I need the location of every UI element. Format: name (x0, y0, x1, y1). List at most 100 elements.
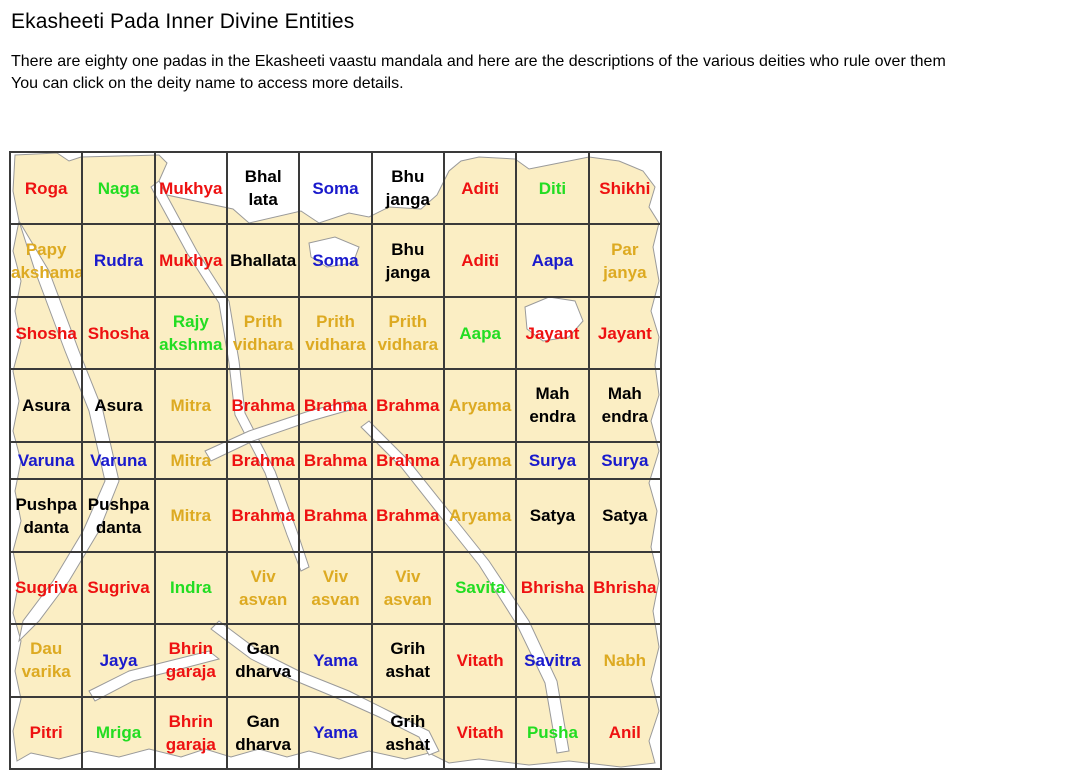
deity-cell: Papy akshama (8, 223, 84, 298)
deity-link-nabh[interactable]: Nabh (604, 651, 647, 670)
deity-link-prithvidhara[interactable]: Prith vidhara (233, 312, 293, 354)
deity-link-aditi[interactable]: Aditi (461, 251, 499, 270)
deity-link-jayant[interactable]: Jayant (526, 324, 580, 343)
deity-link-surya[interactable]: Surya (601, 451, 648, 470)
deity-link-surya[interactable]: Surya (529, 451, 576, 470)
deity-link-mukhya[interactable]: Mukhya (159, 251, 222, 270)
deity-link-aryama[interactable]: Aryama (449, 506, 511, 525)
deity-name-line-1: Vitath (456, 723, 504, 743)
deity-link-rajyakshma[interactable]: Rajy akshma (159, 312, 222, 354)
deity-link-yama[interactable]: Yama (313, 723, 357, 742)
deity-link-grihashat[interactable]: Grih ashat (386, 712, 430, 754)
deity-name-line-2: dharva (235, 662, 292, 682)
deity-link-aryama[interactable]: Aryama (449, 396, 511, 415)
deity-name-line-1: Brahma (303, 506, 368, 526)
deity-link-vivasvan[interactable]: Viv asvan (384, 567, 432, 609)
deity-name-line-1: Brahma (231, 450, 295, 470)
deity-link-grihashat[interactable]: Grih ashat (386, 639, 430, 681)
deity-cell: Varuna (81, 440, 156, 481)
deity-link-brahma[interactable]: Brahma (304, 396, 367, 415)
deity-link-gandharva[interactable]: Gan dharva (235, 639, 291, 681)
deity-link-mitra[interactable]: Mitra (171, 396, 212, 415)
deity-link-satya[interactable]: Satya (602, 506, 647, 525)
deity-link-jayant[interactable]: Jayant (598, 324, 652, 343)
deity-link-varuna[interactable]: Varuna (90, 451, 147, 470)
deity-link-bhallata[interactable]: Bhallata (245, 167, 282, 209)
page-description: There are eighty one padas in the Ekashe… (11, 51, 1075, 95)
deity-link-brahma[interactable]: Brahma (304, 451, 367, 470)
deity-link-anil[interactable]: Anil (609, 723, 641, 742)
deity-link-pushpadanta[interactable]: Pushpa danta (88, 495, 149, 537)
deity-link-savitra[interactable]: Savitra (524, 651, 581, 670)
deity-cell: Bhallata (225, 223, 301, 298)
deity-link-gandharva[interactable]: Gan dharva (235, 712, 291, 754)
deity-link-sugriva[interactable]: Sugriva (87, 578, 149, 597)
deity-link-prithvidhara[interactable]: Prith vidhara (305, 312, 365, 354)
deity-link-brahma[interactable]: Brahma (376, 506, 439, 525)
deity-link-shosha[interactable]: Shosha (15, 324, 76, 343)
deity-link-brahma[interactable]: Brahma (231, 451, 294, 470)
deity-link-brahma[interactable]: Brahma (376, 396, 439, 415)
deity-link-bhallata[interactable]: Bhallata (230, 251, 296, 270)
deity-link-brahma[interactable]: Brahma (376, 451, 439, 470)
deity-link-jaya[interactable]: Jaya (100, 651, 138, 670)
deity-link-mriga[interactable]: Mriga (96, 723, 141, 742)
deity-cell: Aryama (442, 478, 518, 553)
deity-link-sugriva[interactable]: Sugriva (15, 578, 77, 597)
deity-name-line-2: ashat (385, 734, 431, 754)
deity-link-aditi[interactable]: Aditi (461, 179, 499, 198)
deity-link-vitath[interactable]: Vitath (457, 651, 504, 670)
deity-link-papyakshama[interactable]: Papy akshama (12, 240, 80, 282)
deity-link-asura[interactable]: Asura (22, 396, 70, 415)
deity-link-soma[interactable]: Soma (312, 179, 358, 198)
deity-link-bhringaraja[interactable]: Bhrin garaja (166, 639, 216, 681)
deity-link-prithvidhara[interactable]: Prith vidhara (378, 312, 438, 354)
deity-link-mahendra[interactable]: Mah endra (602, 384, 648, 426)
deity-link-shosha[interactable]: Shosha (88, 324, 149, 343)
deity-link-pushpadanta[interactable]: Pushpa danta (15, 495, 76, 537)
deity-link-pusha[interactable]: Pusha (527, 723, 578, 742)
deity-link-indra[interactable]: Indra (170, 578, 212, 597)
deity-name-line-1: Indra (170, 578, 212, 598)
deity-link-brahma[interactable]: Brahma (304, 506, 367, 525)
deity-link-dauvarika[interactable]: Dau varika (22, 639, 71, 681)
deity-link-mitra[interactable]: Mitra (171, 451, 212, 470)
deity-name-line-1: Sugriva (87, 578, 150, 598)
deity-name-line-1: Satya (602, 506, 648, 526)
deity-cell: Vitath (442, 695, 518, 771)
deity-link-naga[interactable]: Naga (98, 179, 140, 198)
deity-link-bhringaraja[interactable]: Bhrin garaja (166, 712, 216, 754)
deity-link-bhujanga[interactable]: Bhu janga (386, 240, 430, 282)
deity-link-mahendra[interactable]: Mah endra (529, 384, 575, 426)
deity-link-soma[interactable]: Soma (312, 251, 358, 270)
deity-link-yama[interactable]: Yama (313, 651, 357, 670)
deity-cell: Jayant (587, 295, 663, 371)
deity-cell: Rudra (81, 223, 156, 298)
deity-link-pitri[interactable]: Pitri (30, 723, 63, 742)
deity-link-aapa[interactable]: Aapa (459, 324, 501, 343)
deity-link-shikhi[interactable]: Shikhi (599, 179, 650, 198)
deity-link-rudra[interactable]: Rudra (94, 251, 143, 270)
deity-link-satya[interactable]: Satya (530, 506, 575, 525)
deity-link-bhrisha[interactable]: Bhrisha (521, 578, 584, 597)
deity-link-diti[interactable]: Diti (539, 179, 566, 198)
deity-link-aapa[interactable]: Aapa (532, 251, 574, 270)
deity-name-line-1: Mukhya (159, 178, 223, 198)
deity-link-brahma[interactable]: Brahma (231, 396, 294, 415)
deity-link-roga[interactable]: Roga (25, 179, 68, 198)
deity-link-aryama[interactable]: Aryama (449, 451, 511, 470)
deity-link-bhrisha[interactable]: Bhrisha (593, 578, 656, 597)
deity-link-mitra[interactable]: Mitra (171, 506, 212, 525)
deity-link-mukhya[interactable]: Mukhya (159, 179, 222, 198)
deity-link-varuna[interactable]: Varuna (18, 451, 75, 470)
deity-link-vivasvan[interactable]: Viv asvan (239, 567, 287, 609)
deity-name-line-1: Varuna (17, 450, 75, 470)
deity-link-brahma[interactable]: Brahma (231, 506, 294, 525)
deity-link-asura[interactable]: Asura (94, 396, 142, 415)
deity-link-vivasvan[interactable]: Viv asvan (311, 567, 359, 609)
deity-link-bhujanga[interactable]: Bhu janga (386, 167, 430, 209)
deity-cell: Mriga (81, 695, 156, 771)
deity-link-savita[interactable]: Savita (455, 578, 505, 597)
deity-link-vitath[interactable]: Vitath (457, 723, 504, 742)
deity-link-parjanya[interactable]: Par janya (603, 240, 646, 282)
